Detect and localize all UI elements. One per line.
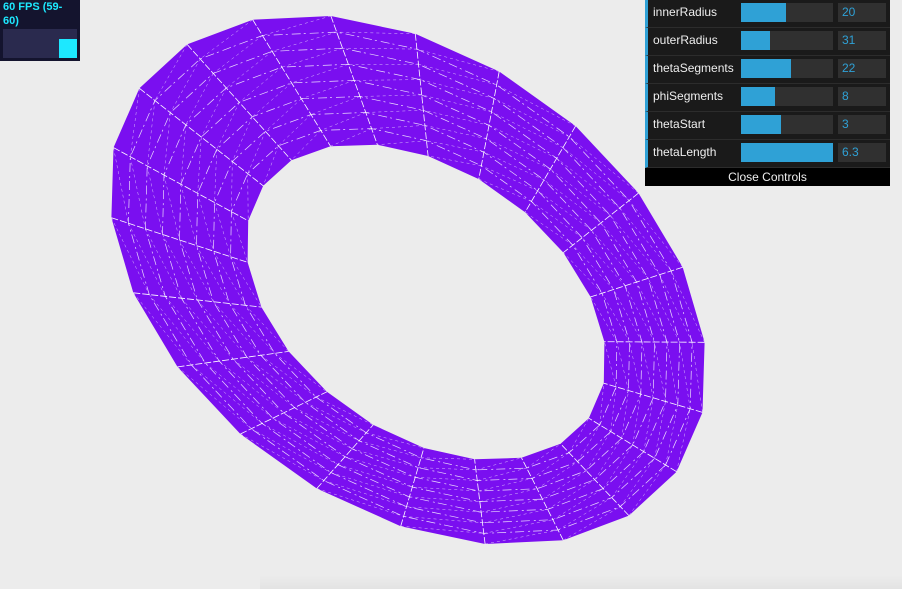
theta-length-slider[interactable] — [741, 143, 833, 162]
fps-stats-panel[interactable]: 60 FPS (59-60) — [0, 0, 80, 61]
outer-radius-slider[interactable] — [741, 31, 833, 50]
control-row-theta-segments: thetaSegments 22 — [645, 56, 890, 84]
theta-segments-input[interactable]: 22 — [838, 59, 886, 78]
fps-graph — [3, 29, 77, 58]
close-controls-button[interactable]: Close Controls — [645, 168, 890, 186]
control-label: outerRadius — [653, 33, 718, 47]
control-label: innerRadius — [653, 5, 718, 19]
fps-graph-bar — [59, 39, 77, 58]
slider-fill — [741, 31, 771, 50]
control-label: thetaLength — [653, 145, 717, 159]
control-label: thetaStart — [653, 117, 706, 131]
control-row-inner-radius: innerRadius 20 — [645, 0, 890, 28]
control-row-theta-start: thetaStart 3 — [645, 112, 890, 140]
control-row-outer-radius: outerRadius 31 — [645, 28, 890, 56]
control-label: phiSegments — [653, 89, 724, 103]
control-row-phi-segments: phiSegments 8 — [645, 84, 890, 112]
slider-fill — [741, 59, 791, 78]
slider-fill — [741, 3, 787, 22]
slider-fill — [741, 87, 776, 106]
theta-start-slider[interactable] — [741, 115, 833, 134]
theta-start-input[interactable]: 3 — [838, 115, 886, 134]
theta-segments-slider[interactable] — [741, 59, 833, 78]
outer-radius-input[interactable]: 31 — [838, 31, 886, 50]
control-label: thetaSegments — [653, 61, 734, 75]
inner-radius-input[interactable]: 20 — [838, 3, 886, 22]
fps-readout: 60 FPS (59-60) — [3, 1, 63, 27]
theta-length-input[interactable]: 6.3 — [838, 143, 886, 162]
phi-segments-input[interactable]: 8 — [838, 87, 886, 106]
slider-fill — [741, 115, 781, 134]
phi-segments-slider[interactable] — [741, 87, 833, 106]
bottom-shade — [260, 575, 902, 589]
control-row-theta-length: thetaLength 6.3 — [645, 140, 890, 168]
slider-fill — [741, 143, 833, 162]
controls-panel: innerRadius 20 outerRadius 31 thetaSegme… — [645, 0, 890, 186]
inner-radius-slider[interactable] — [741, 3, 833, 22]
